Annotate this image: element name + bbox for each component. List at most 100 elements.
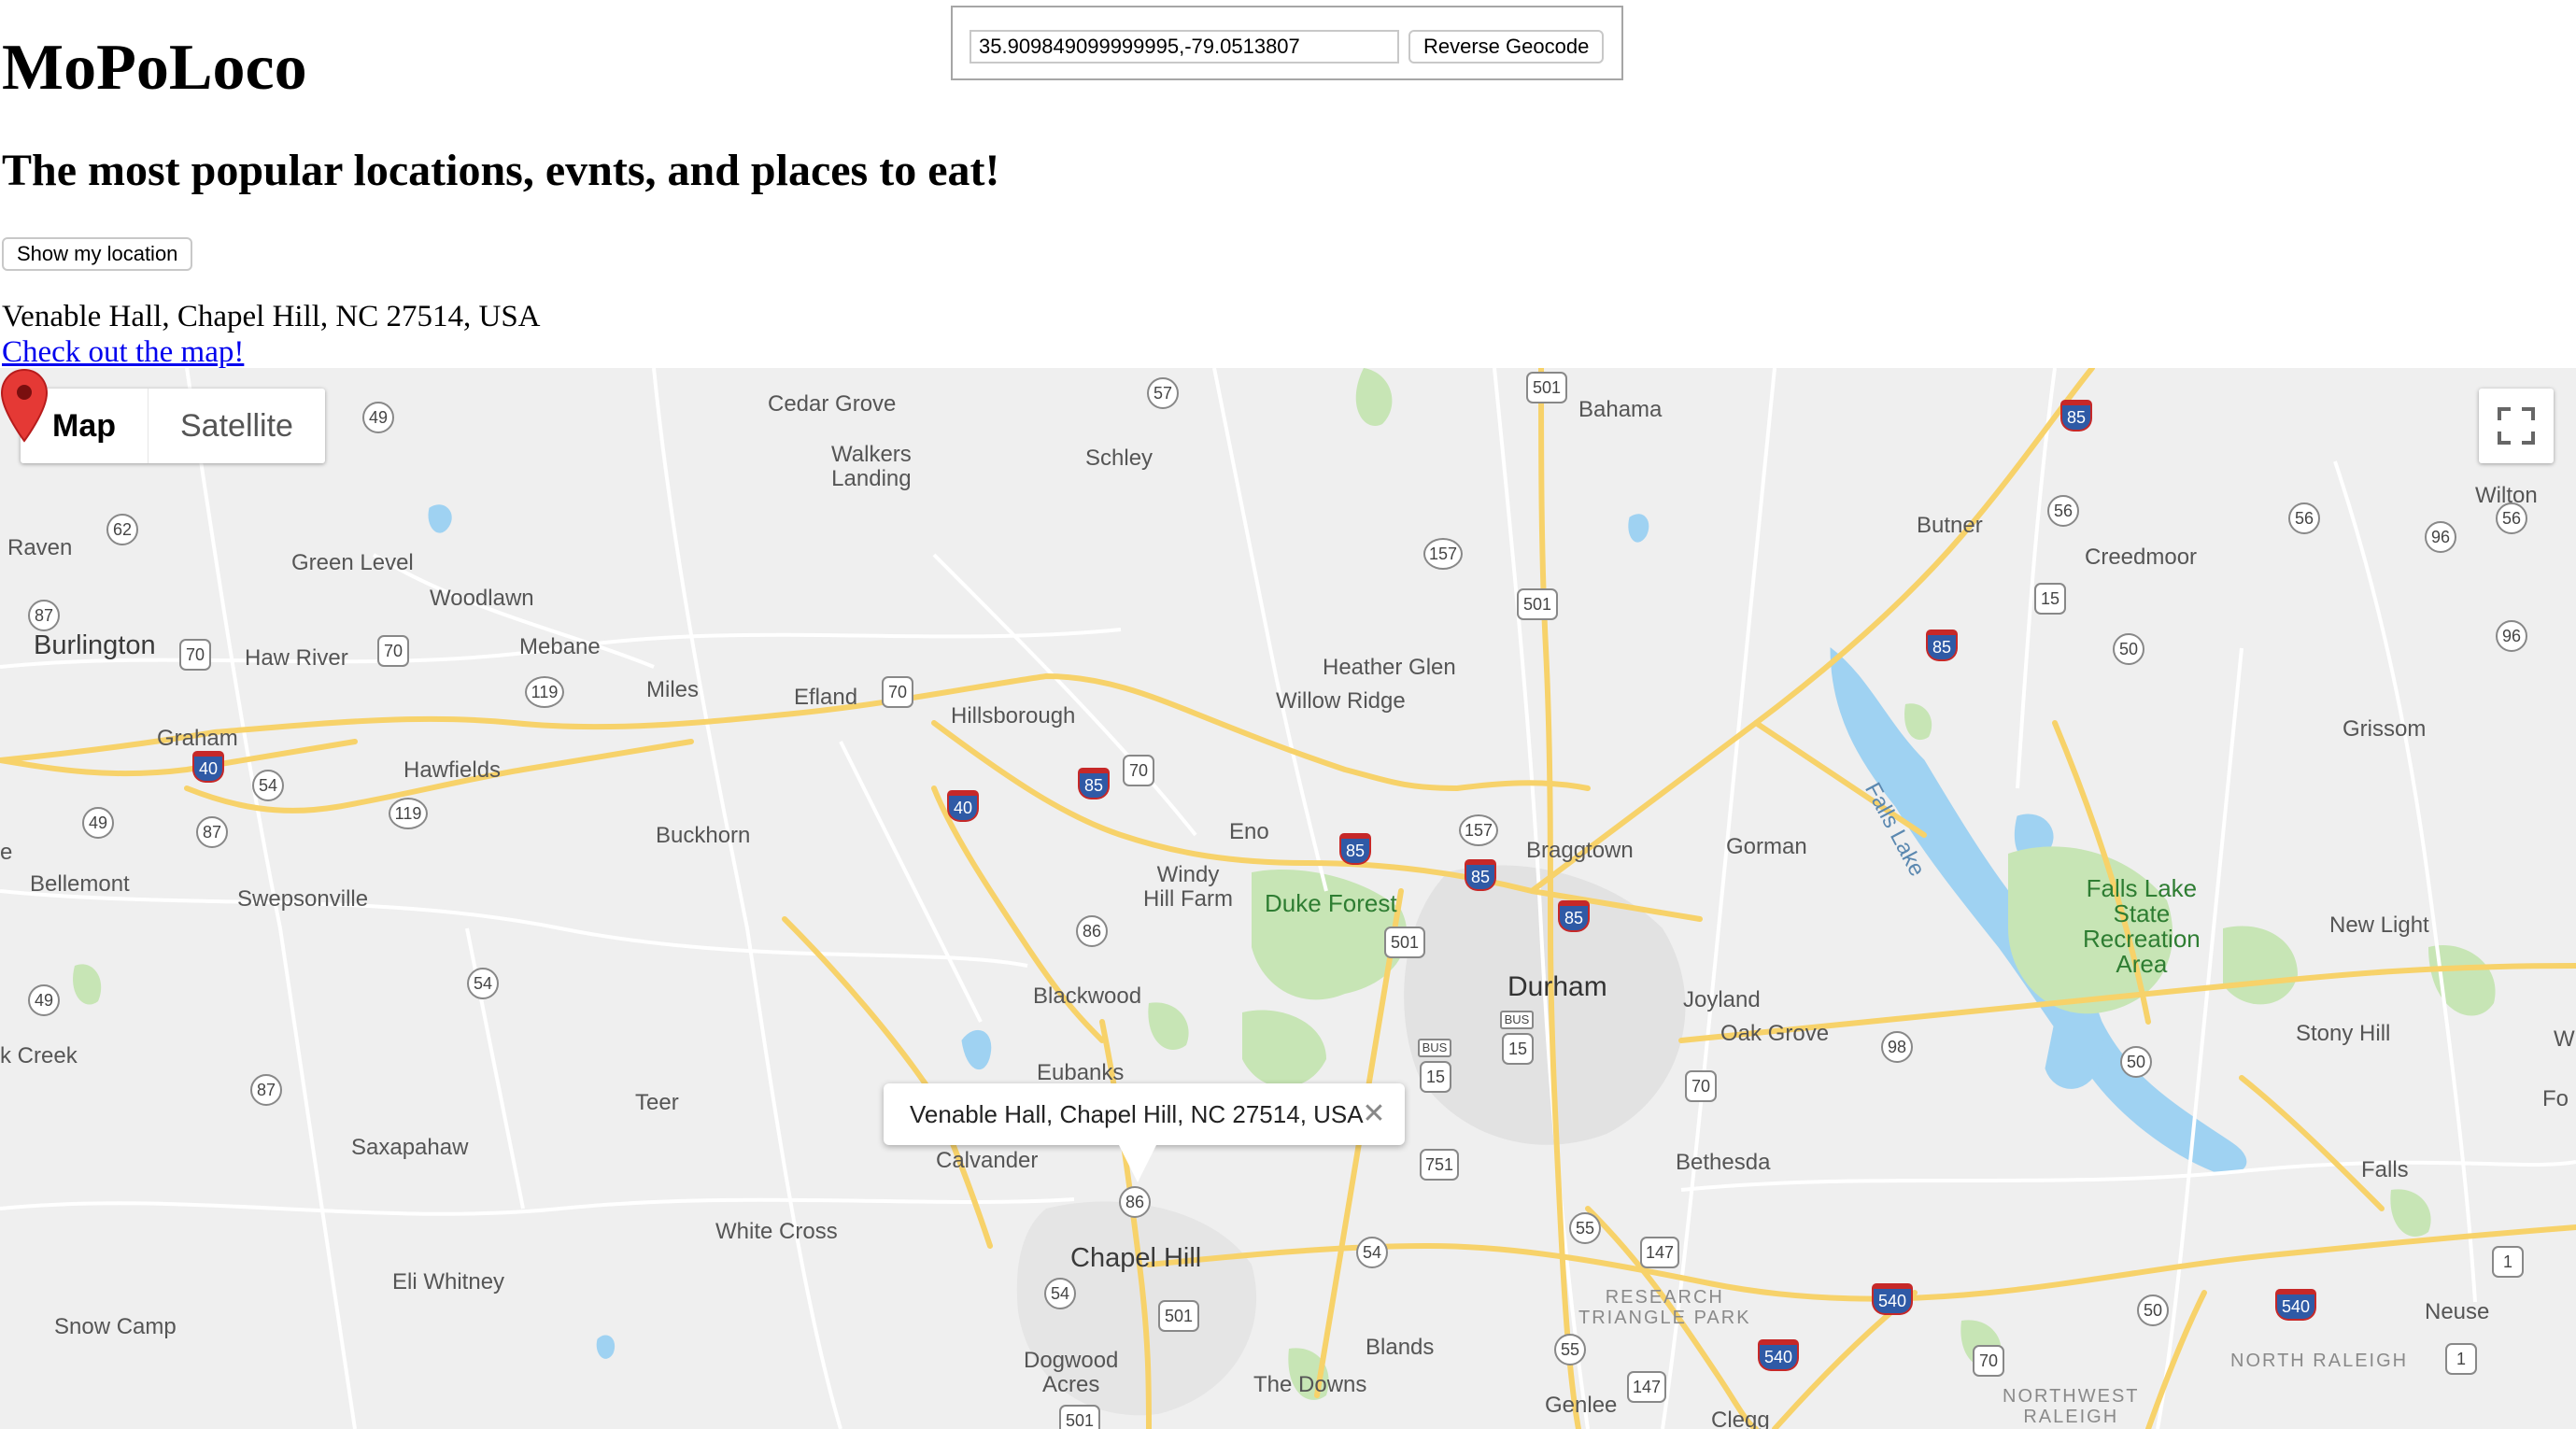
map-label-eno: Eno	[1229, 819, 1269, 844]
map-label-edge-e: e	[0, 840, 13, 865]
map-label-raven: Raven	[7, 535, 73, 560]
map-label-swepsonville: Swepsonville	[237, 886, 369, 912]
map-label-genlee: Genlee	[1545, 1393, 1618, 1418]
map-label-clegg: Clegg	[1711, 1408, 1770, 1429]
map-label-windy-hill-farm: Windy Hill Farm	[1143, 862, 1233, 912]
current-address-text: Venable Hall, Chapel Hill, NC 27514, USA	[2, 300, 541, 333]
route-shield: 501	[1384, 927, 1425, 958]
route-shield: 86	[1119, 1186, 1151, 1218]
route-shield: 70	[377, 635, 409, 667]
route-shield: 50	[2137, 1295, 2169, 1326]
route-shield: 86	[1076, 915, 1108, 947]
route-shield: 87	[28, 600, 60, 631]
route-shield: 1	[2492, 1246, 2524, 1278]
map-label-teer: Teer	[635, 1090, 679, 1115]
map-label-miles: Miles	[646, 677, 700, 702]
map-label-schley: Schley	[1085, 446, 1154, 471]
close-icon[interactable]: ✕	[1356, 1083, 1392, 1145]
route-shield: 501	[1059, 1405, 1100, 1429]
bus-route-sign: BUS	[1418, 1039, 1451, 1057]
map-label-gorman: Gorman	[1726, 834, 1807, 859]
interstate-shield: 85	[1078, 768, 1110, 799]
google-map[interactable]: Cedar Grove Bahama Walkers Landing Schle…	[0, 368, 2576, 1429]
route-shield: 501	[1158, 1300, 1199, 1332]
route-shield: 50	[2113, 633, 2144, 665]
interstate-shield: 85	[1339, 833, 1371, 865]
map-label-research-triangle-park: RESEARCH TRIANGLE PARK	[1578, 1287, 1751, 1328]
route-shield: 147	[1640, 1237, 1679, 1268]
route-shield: 54	[467, 968, 499, 999]
map-label-calvander: Calvander	[936, 1148, 1039, 1173]
route-shield: 501	[1526, 372, 1567, 403]
route-shield: 70	[1685, 1070, 1717, 1102]
map-label-saxapahaw: Saxapahaw	[351, 1135, 469, 1160]
map-type-control: Map Satellite	[21, 389, 325, 463]
map-label-heather-glen: Heather Glen	[1323, 655, 1456, 680]
reverse-geocode-button[interactable]: Reverse Geocode	[1408, 30, 1605, 64]
route-shield: 56	[2047, 495, 2079, 527]
route-shield: 15	[2034, 583, 2066, 615]
fullscreen-icon	[2498, 407, 2535, 445]
map-label-new-light: New Light	[2329, 913, 2429, 938]
route-shield: 96	[2425, 521, 2456, 553]
map-label-northwest-raleigh: NORTHWEST RALEIGH	[2003, 1386, 2140, 1427]
map-label-dogwood-acres: Dogwood Acres	[1024, 1348, 1119, 1397]
map-label-edge-w: W	[2554, 1026, 2575, 1052]
route-shield: 15	[1420, 1061, 1451, 1093]
route-shield: 50	[2120, 1046, 2152, 1078]
route-shield: 49	[82, 807, 114, 839]
bus-route-sign: BUS	[1500, 1011, 1534, 1029]
page-title: MoPoLoco	[2, 32, 307, 104]
route-shield: 119	[525, 676, 564, 708]
latlng-input[interactable]	[970, 30, 1399, 64]
map-label-hawfields: Hawfields	[403, 757, 502, 783]
map-label-bahama: Bahama	[1578, 397, 1663, 422]
map-label-eli-whitney: Eli Whitney	[392, 1269, 505, 1295]
map-label-graham: Graham	[157, 726, 238, 751]
map-label-efland: Efland	[794, 685, 858, 710]
route-shield: 87	[250, 1074, 282, 1106]
map-label-burlington: Burlington	[34, 630, 156, 660]
check-out-map-link[interactable]: Check out the map!	[2, 332, 244, 372]
route-shield: 147	[1627, 1371, 1666, 1403]
map-label-neuse: Neuse	[2425, 1299, 2490, 1324]
map-label-white-cross: White Cross	[715, 1219, 838, 1244]
show-my-location-button[interactable]: Show my location	[2, 237, 193, 271]
route-shield: 157	[1423, 538, 1463, 570]
interstate-shield: 85	[1465, 859, 1496, 891]
map-label-mebane: Mebane	[519, 634, 601, 659]
interstate-shield: 540	[1758, 1339, 1799, 1371]
map-label-bethesda: Bethesda	[1676, 1150, 1771, 1175]
map-label-blands: Blands	[1366, 1335, 1435, 1360]
route-shield: 56	[2496, 502, 2527, 534]
interstate-shield: 85	[1926, 630, 1958, 661]
map-label-green-level: Green Level	[291, 550, 414, 575]
map-label-buckhorn: Buckhorn	[656, 823, 751, 848]
route-shield: 49	[362, 402, 394, 433]
route-shield: 55	[1569, 1212, 1601, 1244]
map-label-cedar-grove: Cedar Grove	[768, 391, 897, 417]
map-type-satellite-button[interactable]: Satellite	[148, 389, 325, 463]
route-shield: 57	[1147, 377, 1179, 409]
map-label-durham: Durham	[1507, 971, 1607, 1002]
map-pin-icon[interactable]	[0, 368, 49, 443]
route-shield: 98	[1881, 1031, 1913, 1063]
fullscreen-button[interactable]	[2479, 389, 2554, 463]
route-shield: 54	[1356, 1237, 1388, 1268]
map-label-joyland: Joyland	[1683, 987, 1761, 1012]
page-tagline: The most popular locations, evnts, and p…	[2, 146, 1000, 195]
route-shield: 56	[2288, 502, 2320, 534]
interstate-shield: 85	[1558, 900, 1590, 932]
interstate-shield: 540	[1872, 1283, 1913, 1315]
map-label-chapel-hill: Chapel Hill	[1070, 1243, 1202, 1273]
map-label-eubanks: Eubanks	[1037, 1060, 1125, 1085]
map-label-willow-ridge: Willow Ridge	[1276, 688, 1406, 714]
map-label-north-raleigh: NORTH RALEIGH	[2230, 1351, 2409, 1371]
map-label-butner: Butner	[1917, 513, 1983, 538]
map-label-creedmoor: Creedmoor	[2085, 545, 2198, 570]
route-shield: 70	[882, 676, 913, 708]
map-label-blackwood: Blackwood	[1033, 983, 1142, 1009]
map-label-walkers-landing: Walkers Landing	[831, 442, 912, 491]
route-shield: 96	[2496, 620, 2527, 652]
map-label-k-creek: k Creek	[0, 1043, 78, 1068]
